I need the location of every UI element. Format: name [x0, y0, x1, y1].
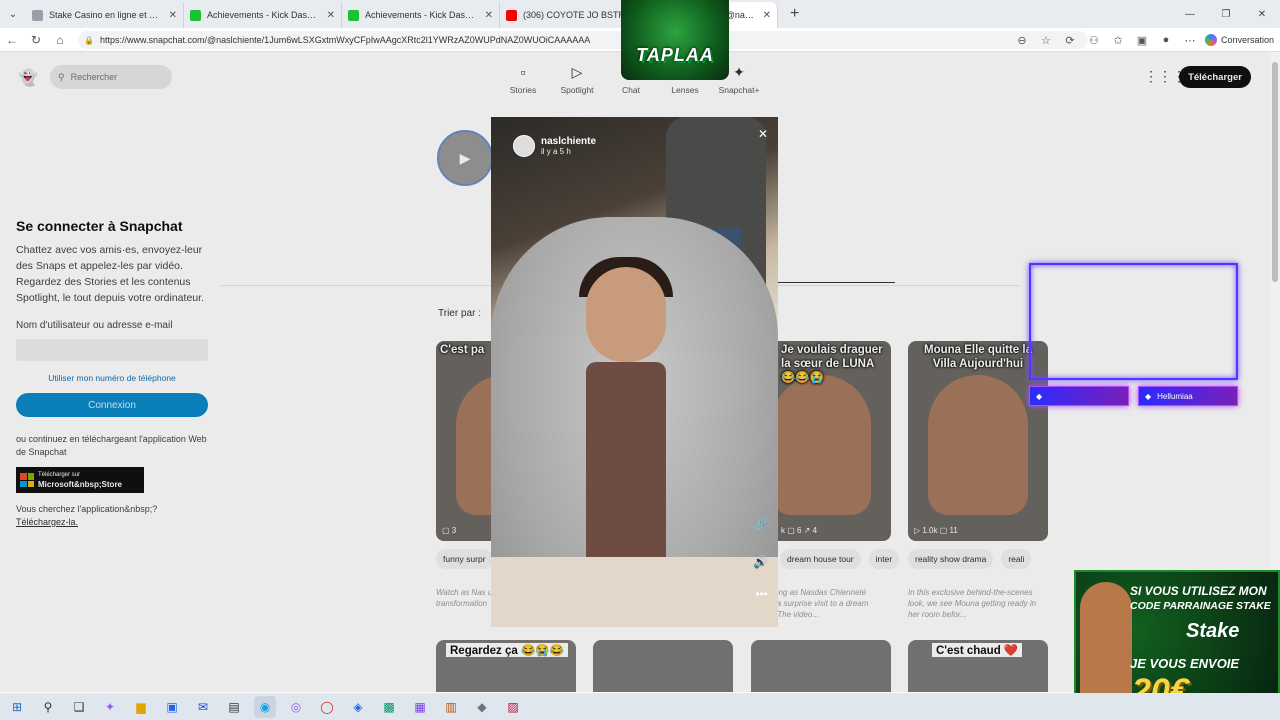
- minimize-icon[interactable]: —: [1172, 0, 1208, 28]
- author-username: naslchiente: [541, 136, 597, 147]
- close-tab-icon[interactable]: ✕: [485, 10, 493, 21]
- file-explorer-icon[interactable]: ▆: [130, 696, 152, 718]
- app-icon[interactable]: ▩: [378, 696, 400, 718]
- ad-line-1: SI VOUS UTILISEZ MON: [1130, 584, 1267, 598]
- mascot-illustration: [1080, 582, 1132, 702]
- streamer-logo-text: TAPLAA: [636, 45, 714, 65]
- neon-bar-left: ◆: [1029, 386, 1129, 406]
- story-viewer[interactable]: naslchiente il y a 5 h ✕ 🔗 🔊 •••: [491, 117, 778, 627]
- more-menu-icon[interactable]: ⋯: [1181, 31, 1199, 49]
- neon-bar-right: ◆ Hellumiaa: [1138, 386, 1238, 406]
- lock-icon: 🔒: [84, 35, 94, 45]
- tab-title: Achievements - Kick Dashboard: [365, 10, 479, 20]
- app-icon[interactable]: ▦: [409, 696, 431, 718]
- mail-icon[interactable]: ✉: [192, 696, 214, 718]
- store-icon[interactable]: ▣: [161, 696, 183, 718]
- author-avatar: [513, 135, 535, 157]
- favorites-icon[interactable]: ✩: [1109, 31, 1127, 49]
- url-text: https://www.snapchat.com/@naslchiente/1J…: [99, 35, 591, 45]
- app-icon[interactable]: ◆: [471, 696, 493, 718]
- extensions-icon[interactable]: ⟳: [1061, 31, 1079, 49]
- neon-label: Hellumiaa: [1157, 391, 1193, 401]
- ad-line-2: CODE PARRAINAGE STAKE: [1130, 600, 1271, 612]
- kick-favicon-icon: [190, 9, 201, 21]
- copilot-button[interactable]: Conversation: [1204, 34, 1274, 46]
- app-icon[interactable]: ▥: [440, 696, 462, 718]
- read-aloud-icon[interactable]: ⊖: [1013, 31, 1031, 49]
- ad-brand: Stake: [1186, 620, 1240, 642]
- close-tab-icon[interactable]: ✕: [169, 10, 177, 21]
- browser-tab[interactable]: Achievements - Kick Dashboard ✕: [184, 2, 342, 28]
- search-icon[interactable]: ⚲: [37, 696, 59, 718]
- split-screen-icon[interactable]: ⚇: [1085, 31, 1103, 49]
- kick-favicon-icon: [348, 9, 359, 21]
- toolbar-actions: ⊖ ☆ ⟳ ⚇ ✩ ▣ ● ⋯ Conversation: [1013, 28, 1274, 52]
- youtube-favicon-icon: [506, 9, 517, 21]
- edge-icon[interactable]: ◉: [254, 695, 276, 718]
- browser-tab[interactable]: Achievements - Kick Dashboard ✕: [342, 2, 500, 28]
- close-story-icon[interactable]: ✕: [758, 127, 768, 141]
- url-field[interactable]: 🔒 https://www.snapchat.com/@naslchiente/…: [78, 31, 1088, 49]
- stake-favicon-icon: [32, 9, 43, 21]
- profile-icon[interactable]: ●: [1157, 31, 1175, 49]
- copilot-label: Conversation: [1220, 35, 1274, 45]
- window-controls: — ❐ ✕: [1172, 0, 1280, 28]
- close-window-icon[interactable]: ✕: [1244, 0, 1280, 28]
- close-tab-icon[interactable]: ✕: [327, 10, 335, 21]
- more-options-icon[interactable]: •••: [755, 587, 768, 601]
- webcam-frame: [1029, 263, 1238, 380]
- app-icon[interactable]: ◈: [347, 696, 369, 718]
- restore-icon[interactable]: ❐: [1208, 0, 1244, 28]
- app-icon[interactable]: ▨: [502, 696, 524, 718]
- diamond-icon: ◆: [1036, 391, 1043, 401]
- back-icon[interactable]: ←: [0, 28, 24, 52]
- story-author[interactable]: naslchiente il y a 5 h: [513, 135, 596, 157]
- link-icon[interactable]: 🔗: [753, 517, 768, 531]
- chrome-icon[interactable]: ◎: [285, 696, 307, 718]
- ad-line-3: JE VOUS ENVOIE: [1130, 656, 1240, 671]
- diamond-icon: ◆: [1145, 391, 1152, 401]
- copilot-icon: [1204, 34, 1217, 46]
- windows-start-icon[interactable]: ⊞: [6, 696, 28, 718]
- copilot-icon[interactable]: ✦: [99, 696, 121, 718]
- streamer-logo: TAPLAA: [621, 0, 729, 80]
- tab-title: Achievements - Kick Dashboard: [207, 10, 321, 20]
- new-tab-icon[interactable]: +: [778, 5, 799, 23]
- home-icon[interactable]: ⌂: [48, 28, 72, 52]
- volume-icon[interactable]: 🔊: [753, 555, 768, 569]
- refresh-icon[interactable]: ↻: [24, 28, 48, 52]
- opera-icon[interactable]: ◯: [316, 696, 338, 718]
- story-subject-pants: [491, 557, 778, 627]
- close-tab-icon[interactable]: ✕: [763, 10, 771, 21]
- collections-icon[interactable]: ▣: [1133, 31, 1151, 49]
- windows-taskbar: ⊞ ⚲ ❑ ✦ ▆ ▣ ✉ ▤ ◉ ◎ ◯ ◈ ▩ ▦ ▥ ◆ ▨: [0, 693, 1280, 720]
- scrollbar-thumb[interactable]: [1272, 62, 1278, 282]
- tab-actions-menu-icon[interactable]: ⌄: [0, 0, 26, 28]
- notepad-icon[interactable]: ▤: [223, 696, 245, 718]
- tab-title: Stake Casino en ligne et Paris Spo...: [49, 10, 163, 20]
- browser-tab[interactable]: Stake Casino en ligne et Paris Spo... ✕: [26, 2, 184, 28]
- story-time: il y a 5 h: [541, 147, 571, 156]
- favorite-star-icon[interactable]: ☆: [1037, 31, 1055, 49]
- story-subject-face: [586, 267, 666, 362]
- task-view-icon[interactable]: ❑: [68, 696, 90, 718]
